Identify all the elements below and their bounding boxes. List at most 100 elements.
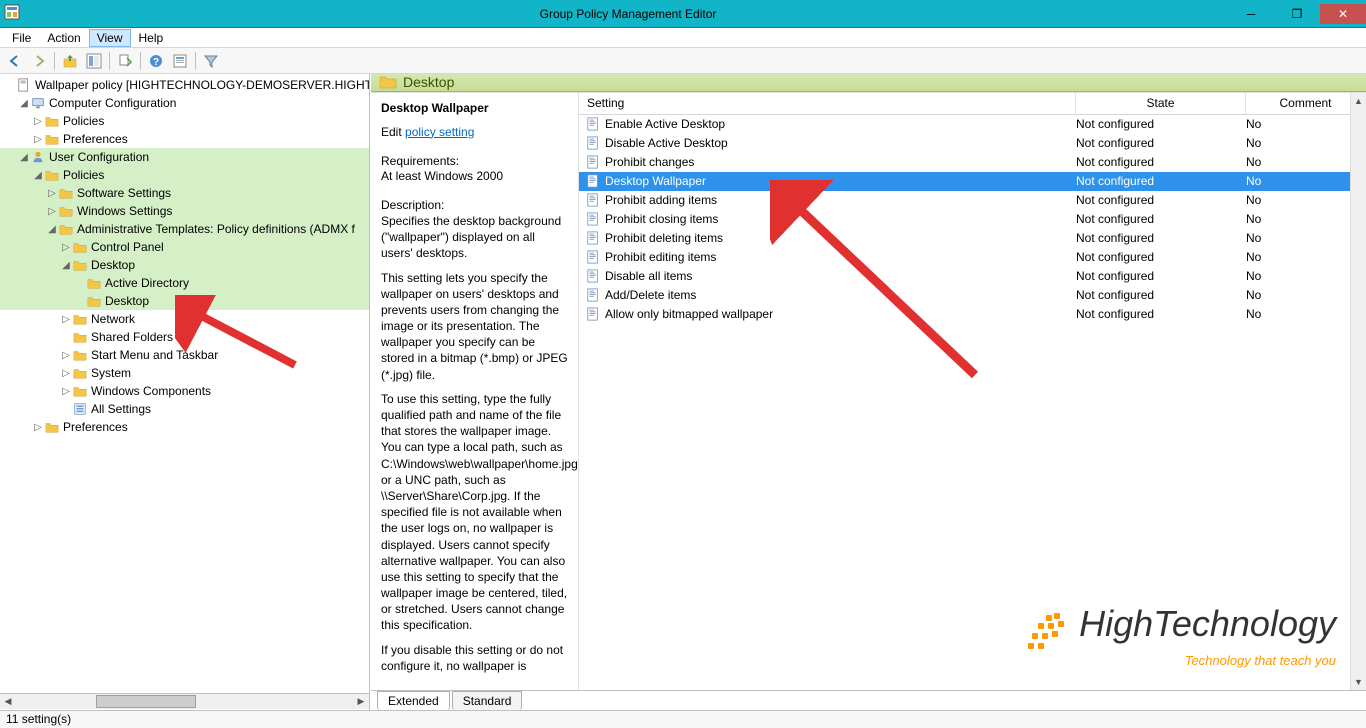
tree-label: Desktop xyxy=(105,294,149,308)
column-setting[interactable]: Setting xyxy=(579,93,1076,114)
tree-windows-components[interactable]: ▷ Windows Components xyxy=(0,382,369,400)
tree-uc-policies[interactable]: ◢Policies xyxy=(0,166,369,184)
forward-button[interactable] xyxy=(28,50,50,72)
menu-file[interactable]: File xyxy=(4,29,39,47)
tree-active-directory[interactable]: Active Directory xyxy=(0,274,369,292)
setting-row[interactable]: Disable Active DesktopNot configuredNo xyxy=(579,134,1366,153)
tree-horizontal-scrollbar[interactable]: ◀ ▶ xyxy=(0,693,369,709)
setting-state: Not configured xyxy=(1076,231,1246,245)
tree-desktop[interactable]: ◢ Desktop xyxy=(0,256,369,274)
tree-label: Control Panel xyxy=(91,240,164,254)
scroll-up-button[interactable]: ▲ xyxy=(1351,93,1366,109)
tree-label: Windows Components xyxy=(91,384,211,398)
tree-label: Administrative Templates: Policy definit… xyxy=(77,222,355,236)
tree-twisty[interactable]: ▷ xyxy=(60,368,72,379)
policy-item-icon xyxy=(585,230,601,246)
tree-twisty[interactable]: ▷ xyxy=(60,242,72,253)
setting-row[interactable]: Allow only bitmapped wallpaperNot config… xyxy=(579,305,1366,324)
menu-action[interactable]: Action xyxy=(39,29,88,47)
setting-row[interactable]: Add/Delete itemsNot configuredNo xyxy=(579,286,1366,305)
tree-twisty[interactable]: ▷ xyxy=(32,134,44,145)
setting-comment: No xyxy=(1246,174,1366,188)
scroll-down-button[interactable]: ▼ xyxy=(1351,674,1366,690)
policy-item-icon xyxy=(585,154,601,170)
vertical-scrollbar[interactable]: ▲ ▼ xyxy=(1350,93,1366,690)
tree-desktop-sub[interactable]: Desktop xyxy=(0,292,369,310)
setting-row[interactable]: Prohibit adding itemsNot configuredNo xyxy=(579,191,1366,210)
tree-twisty[interactable]: ▷ xyxy=(32,422,44,433)
setting-row[interactable]: Disable all itemsNot configuredNo xyxy=(579,267,1366,286)
setting-comment: No xyxy=(1246,307,1366,321)
tree-label: Preferences xyxy=(63,420,128,434)
setting-comment: No xyxy=(1246,288,1366,302)
filter-button[interactable] xyxy=(200,50,222,72)
tree-system[interactable]: ▷System xyxy=(0,364,369,382)
maximize-button[interactable]: ❐ xyxy=(1274,4,1320,24)
tree-cc-policies[interactable]: ▷Policies xyxy=(0,112,369,130)
scroll-thumb[interactable] xyxy=(96,695,196,708)
tree-twisty[interactable]: ▷ xyxy=(60,314,72,325)
export-button[interactable] xyxy=(114,50,136,72)
setting-row[interactable]: Desktop WallpaperNot configuredNo xyxy=(579,172,1366,191)
setting-row[interactable]: Prohibit deleting itemsNot configuredNo xyxy=(579,229,1366,248)
properties-button[interactable] xyxy=(169,50,191,72)
menu-view[interactable]: View xyxy=(89,29,131,47)
policy-item-icon xyxy=(585,287,601,303)
tab-standard[interactable]: Standard xyxy=(452,691,523,710)
setting-row[interactable]: Prohibit closing itemsNot configuredNo xyxy=(579,210,1366,229)
settings-rows: Enable Active DesktopNot configuredNoDis… xyxy=(579,115,1366,690)
up-button[interactable] xyxy=(59,50,81,72)
folder-icon xyxy=(44,167,60,183)
system-icon xyxy=(4,4,24,24)
setting-row[interactable]: Prohibit editing itemsNot configuredNo xyxy=(579,248,1366,267)
tree-admin-templates[interactable]: ◢ Administrative Templates: Policy defini… xyxy=(0,220,369,238)
tree-network[interactable]: ▷Network xyxy=(0,310,369,328)
tree-twisty[interactable]: ◢ xyxy=(60,260,72,271)
tree-windows-settings[interactable]: ▷ Windows Settings xyxy=(0,202,369,220)
setting-row[interactable]: Enable Active DesktopNot configuredNo xyxy=(579,115,1366,134)
tree-twisty[interactable]: ▷ xyxy=(32,116,44,127)
scroll-left-button[interactable]: ◀ xyxy=(0,694,16,709)
tree-control-panel[interactable]: ▷ Control Panel xyxy=(0,238,369,256)
tree-shared-folders[interactable]: Shared Folders xyxy=(0,328,369,346)
setting-name: Prohibit changes xyxy=(605,155,1076,169)
edit-policy-link[interactable]: policy setting xyxy=(405,125,474,139)
tree-twisty[interactable]: ▷ xyxy=(60,350,72,361)
setting-name: Prohibit closing items xyxy=(605,212,1076,226)
tree-cc-preferences[interactable]: ▷Preferences xyxy=(0,130,369,148)
minimize-button[interactable]: ─ xyxy=(1228,4,1274,24)
tree-twisty[interactable]: ▷ xyxy=(46,188,58,199)
column-state[interactable]: State xyxy=(1076,93,1246,114)
folder-icon xyxy=(44,113,60,129)
tree-label: Desktop xyxy=(91,258,135,272)
tree-start-menu[interactable]: ▷Start Menu and Taskbar xyxy=(0,346,369,364)
tree-twisty[interactable]: ▷ xyxy=(60,386,72,397)
tree-software-settings[interactable]: ▷ Software Settings xyxy=(0,184,369,202)
close-button[interactable]: ✕ xyxy=(1320,4,1366,24)
scroll-right-button[interactable]: ▶ xyxy=(353,694,369,709)
help-button[interactable]: ? xyxy=(145,50,167,72)
tree-twisty[interactable]: ◢ xyxy=(18,152,30,163)
tree-label: Windows Settings xyxy=(77,204,172,218)
back-button[interactable] xyxy=(4,50,26,72)
setting-state: Not configured xyxy=(1076,250,1246,264)
tab-extended[interactable]: Extended xyxy=(377,691,450,710)
tree-twisty[interactable]: ◢ xyxy=(32,170,44,181)
tree-label: User Configuration xyxy=(49,150,149,164)
menu-help[interactable]: Help xyxy=(131,29,172,47)
tree-computer-config[interactable]: ◢Computer Configuration xyxy=(0,94,369,112)
tree-user-config[interactable]: ◢ User Configuration xyxy=(0,148,369,166)
column-comment[interactable]: Comment xyxy=(1246,93,1366,114)
tree-root[interactable]: Wallpaper policy [HIGHTECHNOLOGY-DEMOSER… xyxy=(0,76,369,94)
setting-state: Not configured xyxy=(1076,193,1246,207)
tree-label: Software Settings xyxy=(77,186,171,200)
tree-all-settings[interactable]: All Settings xyxy=(0,400,369,418)
tree-view-button[interactable] xyxy=(83,50,105,72)
tree-uc-preferences[interactable]: ▷ Preferences xyxy=(0,418,369,436)
tree-twisty[interactable]: ◢ xyxy=(18,98,30,109)
tree-twisty[interactable]: ◢ xyxy=(46,224,58,235)
folder-icon xyxy=(44,131,60,147)
setting-title: Desktop Wallpaper xyxy=(381,101,568,115)
setting-row[interactable]: Prohibit changesNot configuredNo xyxy=(579,153,1366,172)
tree-twisty[interactable]: ▷ xyxy=(46,206,58,217)
